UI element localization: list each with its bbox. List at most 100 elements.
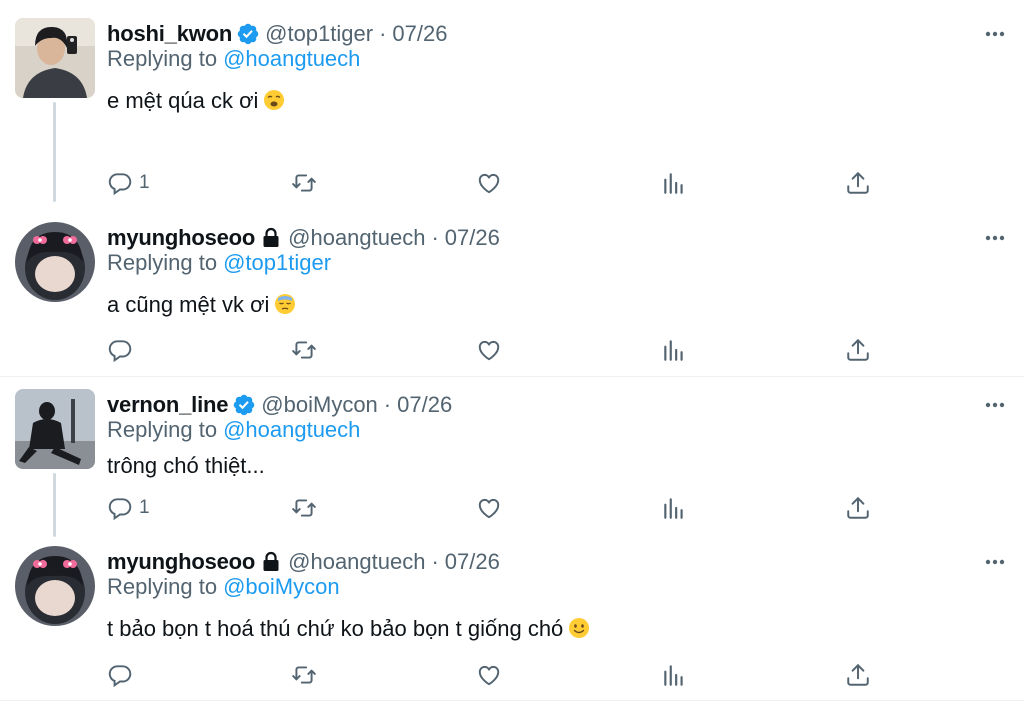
reply-icon — [108, 340, 132, 363]
replying-prefix: Replying to — [107, 574, 218, 599]
timestamp[interactable]: 07/26 — [445, 549, 500, 575]
lock-icon — [259, 226, 283, 250]
views-icon — [664, 173, 683, 194]
retweet-icon — [292, 341, 316, 359]
share-button[interactable] — [845, 169, 871, 197]
retweet-icon — [292, 666, 316, 684]
avatar-image — [15, 222, 95, 302]
like-icon — [478, 173, 500, 194]
like-button[interactable] — [476, 336, 502, 364]
more-icon[interactable] — [984, 24, 1006, 44]
mention-link[interactable]: @hoangtuech — [223, 46, 360, 71]
share-icon — [847, 664, 869, 686]
retweet-button[interactable] — [291, 169, 317, 197]
avatar[interactable] — [15, 18, 95, 98]
tweet-text: t bảo bọn t hoá thú chứ ko bảo bọn t giố… — [107, 616, 590, 642]
views-icon — [664, 340, 683, 361]
like-icon — [478, 498, 500, 519]
separator-dot: · — [383, 392, 392, 417]
slightly-smiling-face-emoji — [568, 617, 590, 639]
tweet[interactable]: vernon_line @boiMycon · 07/26 Replying t… — [0, 389, 1024, 537]
tweet[interactable]: hoshi_kwon @top1tiger · 07/26 Replying t… — [0, 18, 1024, 202]
tweet-actions: 1 — [0, 169, 1024, 197]
handle[interactable]: @top1tiger — [265, 21, 373, 47]
more-icon[interactable] — [984, 552, 1006, 572]
views-button[interactable] — [661, 661, 687, 689]
divider — [0, 700, 1024, 701]
like-icon — [478, 665, 500, 686]
reply-button[interactable]: 1 — [107, 169, 150, 197]
display-name[interactable]: myunghoseoo — [107, 225, 255, 251]
tweet[interactable]: myunghoseoo @hoangtuech · 07/26 Replying… — [0, 546, 1024, 698]
avatar[interactable] — [15, 389, 95, 469]
weary-face-emoji — [263, 89, 285, 111]
more-icon[interactable] — [984, 395, 1006, 415]
share-icon — [847, 497, 869, 519]
timestamp[interactable]: 07/26 — [397, 392, 452, 418]
verified-badge-icon — [236, 22, 260, 46]
share-button[interactable] — [845, 336, 871, 364]
mention-link[interactable]: @boiMycon — [223, 574, 340, 599]
reply-button[interactable] — [107, 336, 139, 364]
views-button[interactable] — [661, 336, 687, 364]
sleepy-face-emoji — [274, 293, 296, 315]
reply-button[interactable] — [107, 661, 139, 689]
lock-icon — [259, 550, 283, 574]
retweet-button[interactable] — [291, 661, 317, 689]
views-button[interactable] — [661, 169, 687, 197]
handle[interactable]: @boiMycon — [261, 392, 378, 418]
display-name[interactable]: myunghoseoo — [107, 549, 255, 575]
replying-prefix: Replying to — [107, 46, 218, 71]
separator-dot: · — [431, 225, 439, 250]
tweet-actions — [0, 661, 1024, 689]
avatar-image — [15, 546, 95, 626]
reply-button[interactable]: 1 — [107, 494, 150, 522]
reply-icon — [108, 173, 132, 196]
like-button[interactable] — [476, 661, 502, 689]
divider — [0, 376, 1024, 377]
verified-badge-icon — [232, 393, 256, 417]
tweet-text: a cũng mệt vk ơi — [107, 292, 296, 318]
more-icon[interactable] — [984, 228, 1006, 248]
separator-dot: · — [379, 21, 387, 46]
replying-prefix: Replying to — [107, 417, 218, 442]
tweet-text-content: e mệt qúa ck ơi — [107, 88, 259, 113]
share-button[interactable] — [845, 661, 871, 689]
retweet-button[interactable] — [291, 494, 317, 522]
views-icon — [664, 665, 683, 686]
share-icon — [847, 339, 869, 361]
display-name[interactable]: vernon_line — [107, 392, 228, 418]
replying-to: Replying to @top1tiger — [107, 250, 331, 276]
like-button[interactable] — [476, 169, 502, 197]
timestamp[interactable]: 07/26 — [392, 21, 447, 47]
retweet-icon — [292, 499, 316, 517]
tweet[interactable]: myunghoseoo @hoangtuech · 07/26 Replying… — [0, 222, 1024, 376]
mention-link[interactable]: @hoangtuech — [223, 417, 360, 442]
replying-to: Replying to @hoangtuech — [107, 417, 360, 443]
replying-to: Replying to @hoangtuech — [107, 46, 360, 72]
replying-prefix: Replying to — [107, 250, 218, 275]
reply-count: 1 — [139, 172, 150, 193]
reply-icon — [108, 498, 132, 521]
separator-dot: · — [431, 549, 439, 574]
tweet-text-content: t bảo bọn t hoá thú chứ ko bảo bọn t giố… — [107, 616, 564, 641]
share-button[interactable] — [845, 494, 871, 522]
handle[interactable]: @hoangtuech — [288, 225, 425, 251]
tweet-actions — [0, 336, 1024, 364]
tweet-actions: 1 — [0, 494, 1024, 522]
reply-count: 1 — [139, 497, 150, 518]
timestamp[interactable]: 07/26 — [445, 225, 500, 251]
views-button[interactable] — [661, 494, 687, 522]
replying-to: Replying to @boiMycon — [107, 574, 340, 600]
avatar-image — [15, 389, 95, 469]
mention-link[interactable]: @top1tiger — [223, 250, 331, 275]
like-button[interactable] — [476, 494, 502, 522]
handle[interactable]: @hoangtuech — [288, 549, 425, 575]
display-name[interactable]: hoshi_kwon — [107, 21, 232, 47]
retweet-button[interactable] — [291, 336, 317, 364]
avatar[interactable] — [15, 222, 95, 302]
tweet-text: trông chó thiệt... — [107, 453, 265, 479]
reply-icon — [108, 665, 132, 688]
avatar[interactable] — [15, 546, 95, 626]
tweet-text: e mệt qúa ck ơi — [107, 88, 285, 114]
